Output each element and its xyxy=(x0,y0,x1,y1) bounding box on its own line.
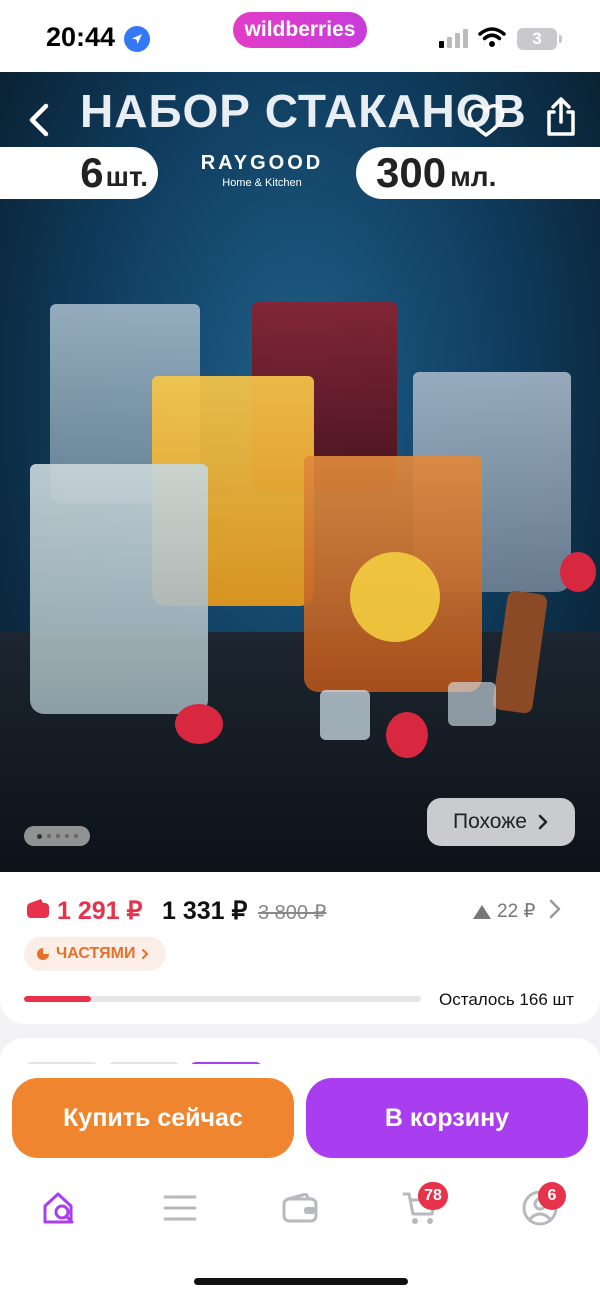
wallet-icon xyxy=(26,898,50,925)
similar-button[interactable]: Похоже xyxy=(427,798,575,846)
brand-subtitle: Home & Kitchen xyxy=(222,177,302,189)
lemon-slice-image xyxy=(350,552,440,642)
triangle-up-icon xyxy=(473,904,491,919)
app-pill[interactable]: wildberries xyxy=(233,12,367,48)
profile-badge: 6 xyxy=(538,1182,566,1210)
wifi-icon xyxy=(478,26,506,53)
signal-icon xyxy=(439,28,469,53)
volume-unit: мл. xyxy=(450,161,497,192)
raspberry-image xyxy=(175,704,223,744)
wallet-price: 1 291 ₽ xyxy=(57,897,143,925)
home-indicator[interactable] xyxy=(194,1278,408,1285)
heart-icon xyxy=(467,104,505,137)
status-time: 20:44 xyxy=(46,22,116,52)
stock-progress-fill xyxy=(24,996,92,1002)
ice-cube-image xyxy=(320,690,370,740)
battery-icon: 3 xyxy=(517,28,557,50)
count-label: 6 шт. xyxy=(0,147,158,199)
pagination-dot xyxy=(64,834,69,838)
menu-icon xyxy=(163,1195,197,1221)
brand-logo: RAYGOOD Home & Kitchen xyxy=(192,152,332,189)
pagination-dot-active xyxy=(36,833,42,839)
current-price: 1 331 ₽ xyxy=(162,897,248,925)
count-number: 6 xyxy=(80,149,104,196)
location-icon xyxy=(124,26,150,52)
installment-label: ЧАСТЯМИ xyxy=(56,945,136,962)
glass-image xyxy=(30,464,208,714)
product-image-gallery[interactable]: НАБОР СТАКАНОВ 6 шт. RAYGOOD Home & Kitc… xyxy=(0,72,600,872)
gallery-pagination xyxy=(24,826,90,846)
chevron-right-icon xyxy=(142,949,149,959)
stock-left-text: Осталось 166 шт xyxy=(439,990,574,1009)
count-unit: шт. xyxy=(105,161,148,192)
home-search-icon xyxy=(43,1192,74,1224)
nav-catalog[interactable] xyxy=(160,1188,200,1228)
chevron-right-icon xyxy=(538,814,548,830)
raspberry-image xyxy=(386,712,428,758)
pie-icon xyxy=(37,948,49,960)
volume-label: 300 мл. xyxy=(356,147,600,199)
price-change[interactable]: 22 ₽ xyxy=(472,900,536,923)
pagination-dot xyxy=(73,834,78,838)
favorite-button[interactable] xyxy=(466,102,506,143)
ice-cube-image xyxy=(448,682,496,726)
nav-home-search[interactable] xyxy=(40,1188,80,1228)
raspberry-image xyxy=(560,552,596,592)
buy-now-button[interactable]: Купить сейчас xyxy=(12,1078,294,1158)
stock-progress-bar xyxy=(24,996,421,1002)
brand-name: RAYGOOD xyxy=(200,152,324,174)
wallet-icon xyxy=(282,1193,318,1223)
battery-tip xyxy=(559,35,562,43)
volume-number: 300 xyxy=(376,149,447,196)
price-change-value: 22 ₽ xyxy=(497,901,536,922)
similar-label: Похоже xyxy=(453,810,527,833)
nav-wallet[interactable] xyxy=(280,1188,320,1228)
installment-button[interactable]: ЧАСТЯМИ xyxy=(24,937,166,971)
product-image-title: НАБОР СТАКАНОВ xyxy=(80,85,527,137)
cart-badge: 78 xyxy=(418,1182,448,1210)
share-icon xyxy=(547,97,575,136)
back-button[interactable] xyxy=(24,102,54,143)
pagination-dot xyxy=(55,834,60,838)
old-price: 3 800 ₽ xyxy=(258,902,327,924)
add-to-cart-button[interactable]: В корзину xyxy=(306,1078,588,1158)
share-button[interactable] xyxy=(543,96,579,143)
pagination-dot xyxy=(46,834,51,838)
price-history-chevron-icon[interactable] xyxy=(548,898,562,925)
